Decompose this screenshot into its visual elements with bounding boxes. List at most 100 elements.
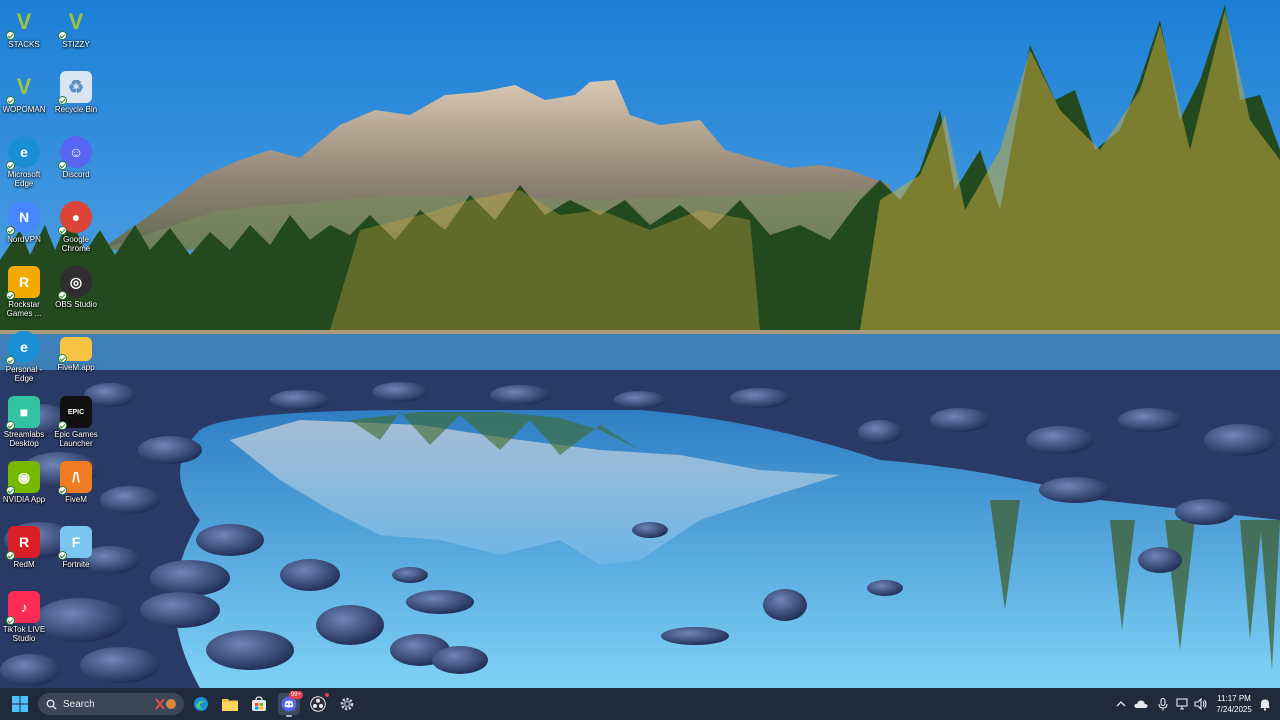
desktop-icon-fivem-app[interactable]: FiveM.app — [50, 331, 102, 372]
rockstar-icon: R — [6, 266, 40, 300]
volume-tray[interactable] — [1194, 697, 1208, 711]
store-icon — [252, 696, 266, 711]
sync-status-icon — [6, 551, 15, 560]
gta-v-icon: V — [6, 6, 40, 40]
speaker-icon — [1194, 698, 1207, 710]
desktop-icon-label: Discord — [62, 170, 90, 179]
folder-icon — [58, 337, 92, 363]
gta-v-icon: V — [6, 71, 40, 105]
desktop-icon-nvidia-app[interactable]: ◉ NVIDIA App — [0, 461, 50, 504]
clock-time: 11:17 PM — [1217, 694, 1251, 703]
chevron-up-icon — [1116, 701, 1126, 707]
desktop-icon-label: OBS Studio — [55, 300, 97, 309]
desktop-icon-label: STACKS — [8, 40, 40, 49]
desktop-icon-google-chrome[interactable]: ● Google Chrome — [50, 201, 102, 253]
cloud-icon — [1134, 700, 1148, 708]
bell-icon — [1260, 699, 1270, 711]
sync-status-icon — [6, 96, 15, 105]
desktop-icon-label: Epic Games Launcher — [54, 430, 98, 448]
desktop-icon-label: NVIDIA App — [2, 495, 46, 504]
streamlabs-icon: ■ — [6, 396, 40, 430]
desktop-icon-streamlabs-desktop[interactable]: ■ Streamlabs Desktop — [0, 396, 50, 448]
clock[interactable]: 11:17 PM 7/24/2025 — [1212, 693, 1256, 715]
desktop-icon-label: FiveM — [65, 495, 87, 504]
taskbar-discord[interactable]: 99+ — [278, 691, 303, 717]
fivem-icon: /\ — [58, 461, 92, 495]
clock-date: 7/24/2025 — [1216, 705, 1252, 714]
desktop-icon-recycle-bin[interactable]: ♻ Recycle Bin — [50, 71, 102, 114]
microphone-icon — [1158, 697, 1168, 710]
taskbar-edge[interactable] — [190, 693, 212, 715]
tiktok-live-icon: ♪ — [6, 591, 40, 625]
sync-status-icon — [6, 356, 15, 365]
system-tray: 11:17 PM 7/24/2025 — [1110, 688, 1280, 720]
onedrive-tray[interactable] — [1134, 697, 1148, 711]
edge-icon: e — [6, 136, 40, 170]
taskbar-store[interactable] — [248, 693, 270, 715]
desktop-icon-label: Microsoft Edge — [7, 170, 41, 188]
desktop-icon-label: Streamlabs Desktop — [3, 430, 45, 448]
obs-icon — [310, 696, 326, 712]
sync-status-icon — [58, 31, 67, 40]
sync-status-icon — [6, 226, 15, 235]
desktop-icon-label: STIZZY — [62, 40, 90, 49]
desktop-icon-tiktok-live-studio[interactable]: ♪ TikTok LIVE Studio — [0, 591, 50, 643]
gear-icon — [340, 697, 354, 711]
sync-status-icon — [6, 161, 15, 170]
desktop-icon-redm[interactable]: R RedM — [0, 526, 50, 569]
desktop-icon-wopoman[interactable]: V WOPOMAN — [0, 71, 50, 114]
sync-status-icon — [58, 486, 67, 495]
desktop-icon-fivem[interactable]: /\ FiveM — [50, 461, 102, 504]
sync-status-icon — [58, 421, 67, 430]
microphone-tray[interactable] — [1156, 697, 1170, 711]
taskbar-file-explorer[interactable] — [219, 693, 241, 715]
sync-status-icon — [6, 291, 15, 300]
desktop-icon-stacks[interactable]: V STACKS — [0, 6, 50, 49]
discord-icon: ☺ — [58, 136, 92, 170]
nordvpn-icon: N — [6, 201, 40, 235]
desktop-icon-stizzy[interactable]: V STIZZY — [50, 6, 102, 49]
taskbar-obs[interactable] — [307, 693, 329, 715]
desktop-icon-label: Recycle Bin — [54, 105, 98, 114]
desktop-icon-label: NordVPN — [7, 235, 41, 244]
desktop-icons: V STACKS V STIZZY V WOPOMAN ♻ Recycle Bin e Micro… — [0, 0, 110, 688]
desktop-icon-obs-studio[interactable]: ◎ OBS Studio — [50, 266, 102, 309]
edge-icon — [194, 697, 208, 711]
obs-recording-dot — [325, 693, 329, 697]
show-hidden-icons-button[interactable] — [1114, 697, 1128, 711]
sync-status-icon — [6, 616, 15, 625]
desktop-icon-epic-games-launcher[interactable]: EPIC Epic Games Launcher — [50, 396, 102, 448]
desktop-icon-label: Google Chrome — [61, 235, 91, 253]
desktop-icon-label: FiveM.app — [57, 363, 95, 372]
obs-icon: ◎ — [58, 266, 92, 300]
chrome-icon: ● — [58, 201, 92, 235]
desktop: V STACKS V STIZZY V WOPOMAN ♻ Recycle Bin e Micro… — [0, 0, 1280, 720]
sync-status-icon — [58, 291, 67, 300]
taskbar-settings[interactable] — [336, 693, 358, 715]
desktop-icon-label: Personal - Edge — [5, 365, 43, 383]
desktop-icon-rockstar-games[interactable]: R Rockstar Games ... — [0, 266, 50, 318]
notifications-button[interactable] — [1258, 697, 1272, 711]
edge-icon: e — [6, 331, 40, 365]
active-indicator — [286, 715, 292, 717]
nvidia-icon: ◉ — [6, 461, 40, 495]
network-tray[interactable] — [1176, 697, 1190, 711]
desktop-icon-nordvpn[interactable]: N NordVPN — [0, 201, 50, 244]
redm-icon: R — [6, 526, 40, 560]
network-icon — [1176, 698, 1188, 710]
taskbar-search[interactable]: Search — [38, 693, 184, 715]
start-button[interactable] — [12, 696, 28, 712]
search-highlight-icon — [155, 698, 176, 710]
desktop-icon-personal-edge[interactable]: e Personal - Edge — [0, 331, 50, 383]
desktop-icon-label: Fortnite — [62, 560, 90, 569]
sync-status-icon — [6, 31, 15, 40]
wallpaper — [0, 0, 1280, 688]
search-placeholder: Search — [63, 698, 95, 710]
epic-games-icon: EPIC — [58, 396, 92, 430]
desktop-icon-microsoft-edge[interactable]: e Microsoft Edge — [0, 136, 50, 188]
desktop-icon-discord[interactable]: ☺ Discord — [50, 136, 102, 179]
sync-status-icon — [58, 161, 67, 170]
recycle-bin-icon: ♻ — [58, 71, 92, 105]
desktop-icon-fortnite[interactable]: F Fortnite — [50, 526, 102, 569]
sync-status-icon — [58, 551, 67, 560]
